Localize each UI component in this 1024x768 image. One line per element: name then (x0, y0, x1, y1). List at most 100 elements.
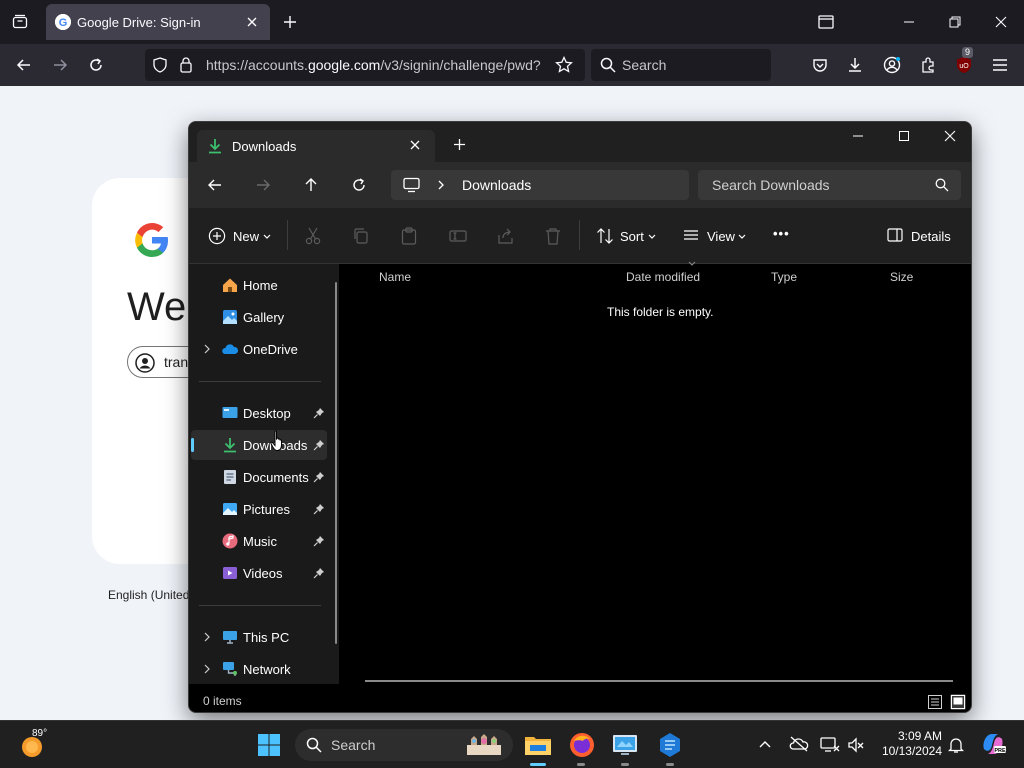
nav-scrollbar[interactable] (335, 282, 337, 644)
column-header-type[interactable]: Type (771, 270, 797, 284)
chevron-right-icon[interactable] (202, 664, 212, 674)
nav-label: Documents (243, 470, 309, 485)
chevron-right-icon[interactable] (202, 632, 212, 642)
maximize-icon[interactable] (898, 130, 910, 142)
chevron-right-icon[interactable] (437, 180, 445, 190)
ublock-extension-icon[interactable]: uO 9 (950, 47, 978, 79)
explorer-search-input[interactable]: Search Downloads (698, 170, 961, 200)
pin-icon[interactable] (313, 407, 325, 419)
column-header-date-modified[interactable]: Date modified (626, 270, 700, 284)
extensions-puzzle-icon[interactable] (914, 51, 942, 79)
nav-item-gallery[interactable]: Gallery (191, 302, 327, 332)
copilot-icon[interactable]: PRE (980, 731, 1006, 757)
details-pane-icon[interactable] (887, 228, 903, 242)
pin-icon[interactable] (313, 567, 325, 579)
delete-trash-icon[interactable] (545, 227, 561, 245)
details-view-icon[interactable] (928, 695, 942, 709)
chevron-down-icon (738, 234, 746, 240)
share-icon[interactable] (497, 227, 515, 245)
onedrive-offline-icon[interactable] (789, 736, 809, 752)
close-window-icon[interactable] (944, 130, 956, 142)
control-panel-taskbar-icon[interactable] (612, 732, 638, 758)
firefox-taskbar-icon[interactable] (569, 732, 595, 758)
app-taskbar-icon[interactable] (658, 732, 682, 758)
nav-item-downloads[interactable]: Downloads (191, 430, 327, 460)
browser-tab-active[interactable]: G Google Drive: Sign-in (46, 4, 270, 40)
column-header-size[interactable]: Size (890, 270, 913, 284)
speaker-muted-icon[interactable] (847, 736, 865, 754)
reload-icon[interactable] (82, 51, 110, 79)
file-explorer-taskbar-icon[interactable] (524, 732, 552, 758)
taskbar-clock[interactable]: 3:09 AM 10/13/2024 (870, 729, 942, 759)
view-list-icon[interactable] (683, 229, 699, 243)
hamburger-menu-icon[interactable] (986, 51, 1014, 79)
breadcrumb-downloads[interactable]: Downloads (462, 177, 531, 193)
nav-item-music[interactable]: Music (191, 526, 327, 556)
pin-icon[interactable] (313, 471, 325, 483)
chevron-up-icon[interactable] (758, 739, 772, 749)
nav-item-this-pc[interactable]: This PC (191, 622, 327, 652)
minimize-icon[interactable] (852, 130, 864, 142)
language-selector[interactable]: English (United (108, 588, 189, 602)
address-bar[interactable]: Downloads (391, 170, 689, 200)
view-button[interactable]: View (707, 229, 735, 244)
forward-icon[interactable] (46, 51, 74, 79)
refresh-icon[interactable] (351, 177, 367, 193)
back-icon[interactable] (207, 177, 223, 193)
notification-bell-icon[interactable] (948, 736, 964, 754)
up-arrow-icon[interactable] (303, 177, 319, 193)
restore-icon[interactable] (941, 8, 969, 36)
pin-icon[interactable] (313, 503, 325, 515)
nav-item-pictures[interactable]: Pictures (191, 494, 327, 524)
chevron-right-icon[interactable] (202, 344, 212, 354)
url-bar[interactable]: https://accounts.google.com/v3/signin/ch… (145, 49, 585, 81)
pin-icon[interactable] (313, 439, 325, 451)
tiles-view-icon[interactable] (950, 694, 966, 710)
nav-item-network[interactable]: Network (191, 654, 327, 684)
explorer-command-bar: New Sort View ••• Details (189, 208, 971, 264)
window-view-icon[interactable] (812, 8, 840, 36)
tab-list-icon[interactable] (6, 8, 34, 36)
new-button[interactable]: New (233, 229, 259, 244)
nav-item-home[interactable]: Home (191, 270, 327, 300)
pin-icon[interactable] (313, 535, 325, 547)
nav-item-desktop[interactable]: Desktop (191, 398, 327, 428)
forward-icon[interactable] (255, 177, 271, 193)
tracking-shield-icon[interactable] (152, 57, 168, 73)
nav-item-videos[interactable]: Videos (191, 558, 327, 588)
cut-scissors-icon[interactable] (305, 227, 321, 245)
network-disconnected-icon[interactable] (820, 736, 840, 754)
back-icon[interactable] (10, 51, 38, 79)
sort-button[interactable]: Sort (620, 229, 644, 244)
close-window-icon[interactable] (987, 8, 1015, 36)
copy-icon[interactable] (353, 228, 369, 244)
horizontal-scrollbar[interactable] (365, 680, 953, 682)
taskbar-search-box[interactable]: Search (295, 729, 513, 761)
gallery-icon (222, 309, 238, 325)
close-tab-icon[interactable] (242, 12, 262, 32)
new-tab-icon[interactable] (453, 138, 466, 151)
new-tab-icon[interactable] (276, 8, 304, 36)
browser-search-field[interactable]: Search (591, 49, 771, 81)
details-button[interactable]: Details (911, 229, 951, 244)
explorer-tab-downloads[interactable]: Downloads (197, 130, 435, 162)
weather-temperature: 89° (32, 728, 48, 739)
windows-start-icon[interactable] (257, 733, 281, 757)
minimize-icon[interactable] (895, 8, 923, 36)
new-plus-icon[interactable] (208, 227, 226, 245)
paste-clipboard-icon[interactable] (401, 227, 417, 245)
lock-icon[interactable] (179, 56, 193, 73)
more-options-button[interactable]: ••• (773, 226, 790, 241)
download-arrow-icon (222, 437, 238, 453)
rename-icon[interactable] (449, 228, 467, 244)
pocket-icon[interactable] (806, 51, 834, 79)
close-tab-icon[interactable] (408, 138, 422, 152)
sort-arrows-icon[interactable] (596, 227, 614, 245)
column-header-name[interactable]: Name (379, 270, 411, 284)
nav-item-onedrive[interactable]: OneDrive (191, 334, 327, 364)
bookmark-star-icon[interactable] (555, 56, 573, 74)
account-icon[interactable] (878, 51, 906, 79)
nav-label: Desktop (243, 406, 291, 421)
downloads-icon[interactable] (841, 51, 869, 79)
nav-item-documents[interactable]: Documents (191, 462, 327, 492)
